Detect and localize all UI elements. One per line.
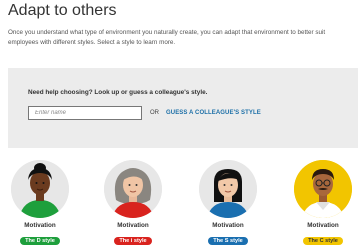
- i-style-badge[interactable]: The i style: [114, 237, 152, 245]
- avatar-s-style-icon: [199, 160, 257, 218]
- avatar-d-style-icon: [11, 160, 69, 218]
- style-card-label: Motivation: [212, 222, 244, 229]
- style-card-c[interactable]: Motivation The C style: [293, 160, 353, 247]
- intro-text: Once you understand what type of environ…: [8, 29, 326, 46]
- d-style-badge[interactable]: The D style: [20, 237, 60, 245]
- colleague-lookup-panel: Need help choosing? Look up or guess a c…: [8, 68, 358, 148]
- style-card-label: Motivation: [24, 222, 56, 229]
- style-card-label: Motivation: [117, 222, 149, 229]
- style-card-label: Motivation: [307, 222, 339, 229]
- style-card-i[interactable]: Motivation The i style: [103, 160, 163, 247]
- style-card-d[interactable]: Motivation The D style: [10, 160, 70, 247]
- style-card-s[interactable]: Motivation The S style: [198, 160, 258, 247]
- colleague-name-input[interactable]: [28, 106, 142, 120]
- s-style-badge[interactable]: The S style: [208, 237, 248, 245]
- help-heading: Need help choosing? Look up or guess a c…: [28, 89, 208, 96]
- guess-colleague-style-link[interactable]: GUESS A COLLEAGUE'S STYLE: [166, 110, 261, 116]
- page-title: Adapt to others: [8, 2, 117, 19]
- avatar-i-style-icon: [104, 160, 162, 218]
- c-style-badge[interactable]: The C style: [303, 237, 343, 245]
- or-separator: OR: [150, 110, 159, 116]
- avatar-c-style-icon: [294, 160, 352, 218]
